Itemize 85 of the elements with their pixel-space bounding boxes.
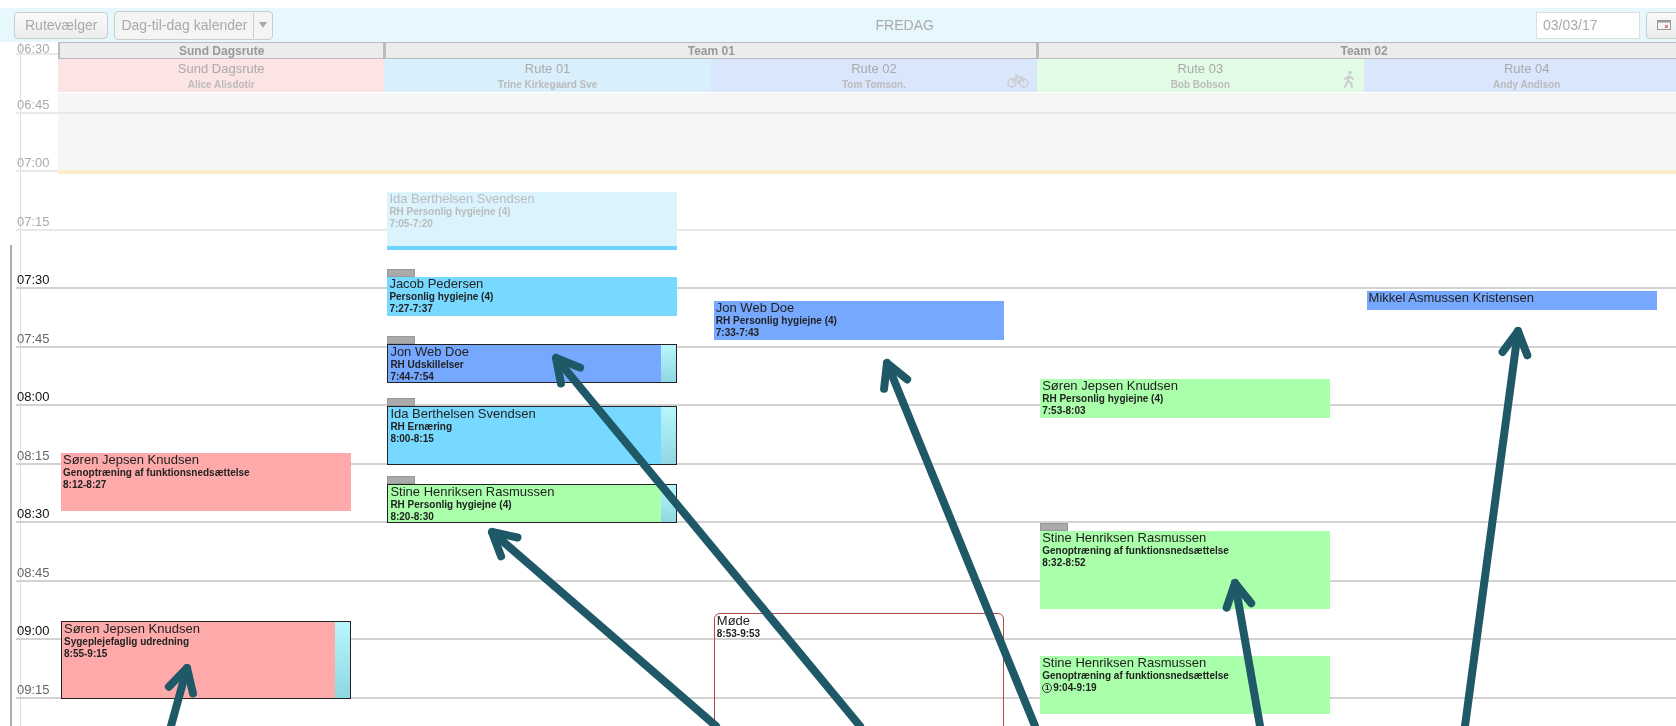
time-label: 09:15 bbox=[17, 682, 50, 697]
time-range: 7:33-7:43 bbox=[715, 326, 760, 339]
time-label: 08:00 bbox=[17, 390, 50, 404]
walking-person-icon bbox=[1341, 70, 1356, 88]
service-name: Personlig hygiejne (4) bbox=[389, 291, 495, 304]
time-label: 08:15 bbox=[17, 448, 50, 463]
route-name: Sund Dagsrute bbox=[177, 61, 265, 76]
client-name: Stine Henriksen Rasmussen bbox=[1042, 530, 1208, 545]
service-name: RH Personlig hygiejne (4) bbox=[1042, 392, 1165, 405]
service-name: RH Personlig hygiejne (4) bbox=[389, 205, 512, 218]
client-name: Ida Berthelsen Svendsen bbox=[390, 407, 537, 421]
client-name: Mikkel Asmussen Kristensen bbox=[1368, 290, 1536, 305]
driver-name: Alice Alisdotir bbox=[187, 79, 255, 90]
team-header: Team 02 bbox=[1037, 42, 1676, 59]
time-range: 7:44-7:54 bbox=[390, 370, 434, 382]
time-range: 8:32-8:52 bbox=[1042, 556, 1086, 569]
service-name: RH Ernæring bbox=[390, 421, 454, 433]
driver-name: Bob Bobson bbox=[1170, 79, 1231, 90]
service-name: RH Personlig hygiejne (4) bbox=[390, 499, 513, 511]
client-name: Søren Jepsen Knudsen bbox=[1042, 378, 1180, 393]
visit-event[interactable]: Mikkel Asmussen Kristensen bbox=[1366, 290, 1657, 311]
visit-event[interactable]: Søren Jepsen Knudsen Sygeplejefaglig udredning 8:55-9:15 bbox=[61, 620, 351, 699]
route-name: Rute 04 bbox=[1504, 61, 1550, 76]
caret-icon bbox=[259, 22, 268, 28]
drag-handle[interactable] bbox=[387, 269, 416, 278]
bicycle-icon bbox=[1007, 74, 1030, 88]
client-name: Jon Web Doe bbox=[715, 300, 796, 315]
time-label: 07:15 bbox=[17, 214, 50, 229]
visit-event[interactable]: Stine Henriksen Rasmussen RH Personlig hygiejne (4) 8:20-8:30 bbox=[387, 484, 678, 523]
time-label: 09:00 bbox=[17, 624, 50, 638]
time-label: 07:30 bbox=[17, 273, 50, 287]
calendar-button[interactable] bbox=[1646, 11, 1676, 39]
weekday-title: FREDAG bbox=[874, 17, 935, 33]
time-label: 06:30 bbox=[17, 42, 50, 56]
time-range: 8:12-8:27 bbox=[63, 478, 107, 491]
route-name: Rute 03 bbox=[1177, 61, 1224, 76]
visit-event[interactable]: Stine Henriksen Rasmussen Genoptræning af funktionsnedsættelse 8:32-8:52 bbox=[1040, 530, 1331, 609]
client-name: Søren Jepsen Knudsen bbox=[64, 621, 201, 636]
visit-event[interactable]: Jon Web Doe RH Personlig hygiejne (4) 7:33-7:43 bbox=[713, 300, 1004, 340]
client-name: Søren Jepsen Knudsen bbox=[63, 452, 200, 467]
annotation-arrow bbox=[164, 664, 197, 726]
client-name: Stine Henriksen Rasmussen bbox=[390, 485, 556, 499]
time-range: 8:20-8:30 bbox=[390, 511, 434, 522]
drag-handle[interactable] bbox=[387, 335, 416, 344]
client-name: Møde bbox=[716, 613, 752, 628]
time-range: 7:53-8:03 bbox=[1042, 404, 1086, 417]
time-label: 07:00 bbox=[17, 156, 50, 170]
team-header: Sund Dagsrute bbox=[58, 42, 385, 59]
service-name: RH Personlig hygiejne (4) bbox=[715, 314, 838, 327]
visit-event[interactable]: Søren Jepsen Knudsen Genoptræning af funktionsnedsættelse 8:12-8:27 bbox=[61, 452, 351, 512]
visit-event[interactable]: Stine Henriksen Rasmussen Genoptræning af funktionsnedsættelse 1 9:04-9:19 bbox=[1040, 655, 1331, 715]
service-name: Genoptræning af funktionsnedsættelse bbox=[1042, 544, 1230, 557]
client-name: Stine Henriksen Rasmussen bbox=[1042, 655, 1208, 670]
service-name: Sygeplejefaglig udredning bbox=[64, 635, 190, 648]
service-name: RH Udskillelser bbox=[390, 358, 465, 371]
time-label: 08:45 bbox=[17, 565, 50, 580]
time-range: 8:00-8:15 bbox=[390, 433, 434, 445]
visit-event[interactable]: Søren Jepsen Knudsen RH Personlig hygiejne (4) 7:53-8:03 bbox=[1040, 378, 1331, 418]
time-label: 07:45 bbox=[17, 331, 50, 346]
team-header: Team 01 bbox=[384, 42, 1038, 59]
driver-name: Tom Tomson. bbox=[841, 79, 906, 90]
time-label: 06:45 bbox=[17, 97, 50, 112]
time-range: 9:04-9:19 bbox=[1053, 681, 1097, 694]
drag-handle[interactable] bbox=[1040, 522, 1069, 531]
time-label: 08:30 bbox=[17, 507, 50, 521]
driver-name: Trine Kirkegaard Sve bbox=[497, 79, 598, 90]
calendar-icon bbox=[1657, 20, 1671, 30]
time-range: 8:53-9:53 bbox=[716, 627, 761, 640]
time-range: 7:27-7:37 bbox=[389, 303, 433, 316]
route-name: Rute 01 bbox=[524, 61, 571, 76]
visit-event[interactable]: Jon Web Doe RH Udskillelser 7:44-7:54 bbox=[387, 343, 678, 383]
service-name: Genoptræning af funktionsnedsættelse bbox=[1042, 669, 1230, 682]
client-name: Jon Web Doe bbox=[390, 344, 470, 359]
meeting-event[interactable]: Møde 8:53-9:53 bbox=[713, 612, 1004, 726]
client-name: Ida Berthelsen Svendsen bbox=[389, 191, 536, 206]
service-name: Genoptræning af funktionsnedsættelse bbox=[63, 466, 251, 479]
time-range: 7:05-7:20 bbox=[389, 217, 433, 230]
route-name: Rute 02 bbox=[851, 61, 897, 76]
visit-event[interactable]: Jacob Pedersen Personlig hygiejne (4) 7:27-7:37 bbox=[387, 277, 678, 317]
drag-handle[interactable] bbox=[387, 476, 416, 484]
client-name: Jacob Pedersen bbox=[389, 277, 485, 292]
drag-handle[interactable] bbox=[387, 398, 416, 406]
visit-event[interactable]: Ida Berthelsen Svendsen RH Ernæring 8:00-8:15 bbox=[387, 406, 678, 465]
time-range: 8:55-9:15 bbox=[64, 647, 108, 660]
driver-name: Andy Andison bbox=[1493, 79, 1561, 90]
